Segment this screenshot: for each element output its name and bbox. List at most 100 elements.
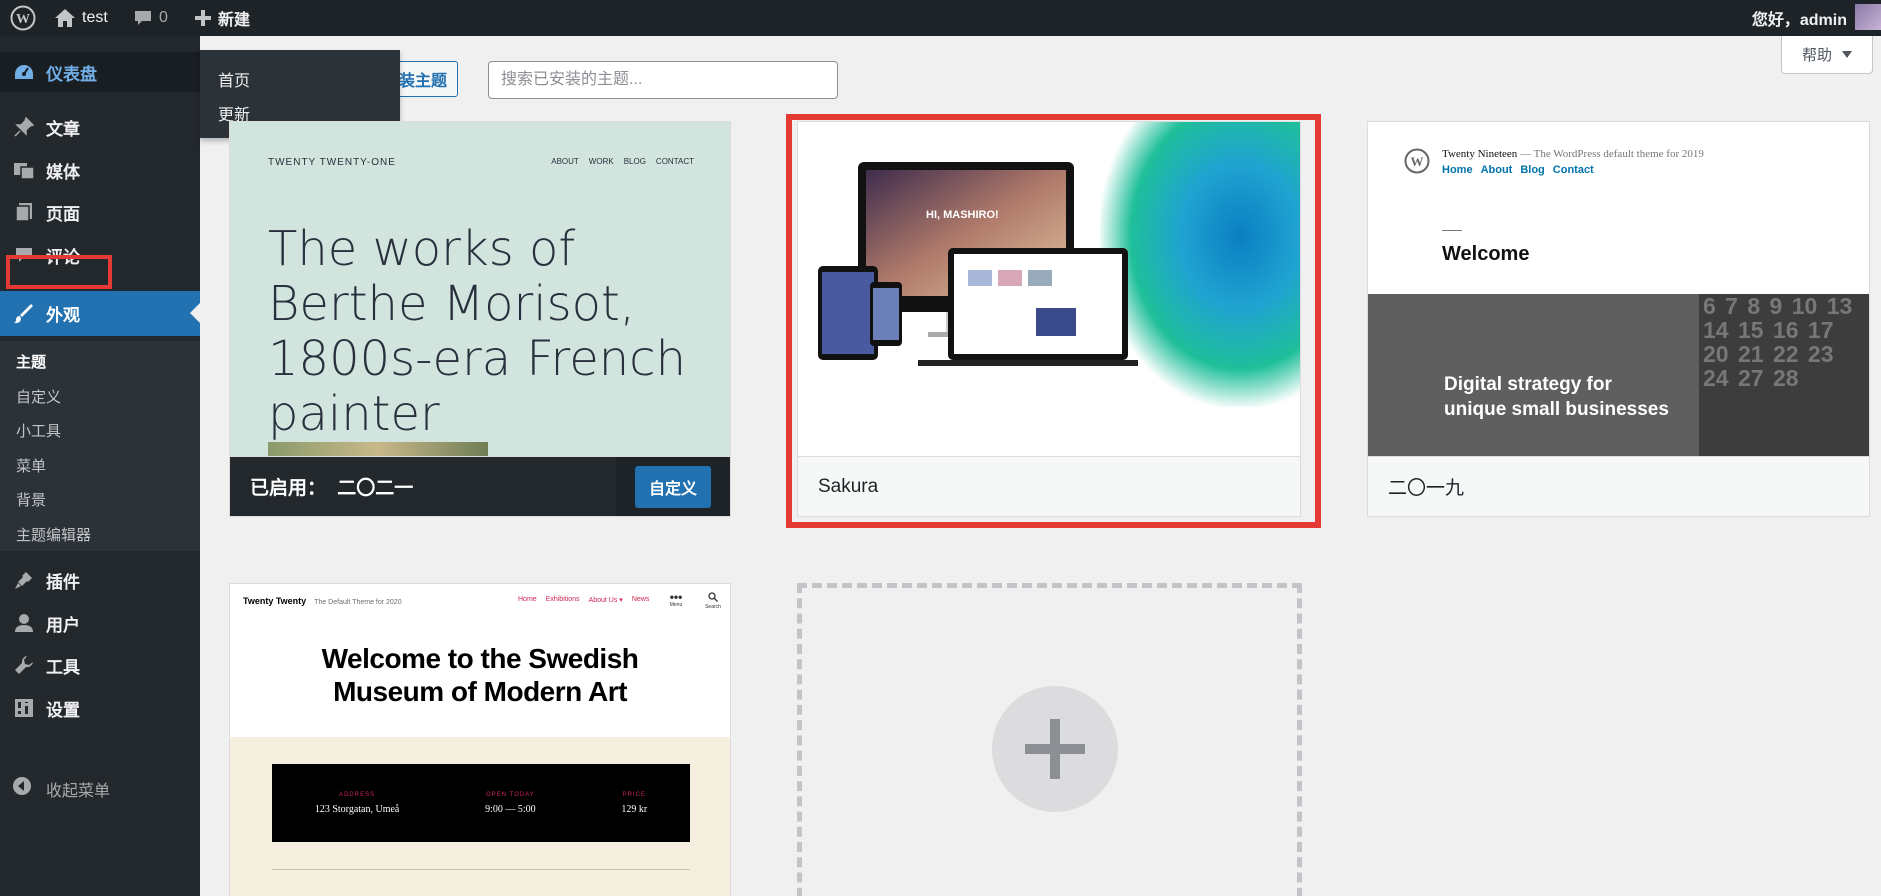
- theme-card-twentytwentyone[interactable]: TWENTY TWENTY-ONE ABOUT WORK BLOG CONTAC…: [229, 121, 731, 517]
- menu-dashboard[interactable]: 仪表盘: [0, 52, 200, 92]
- t20-info-item: OPEN TODAY 9:00 — 5:00: [485, 792, 536, 815]
- comments-count: 0: [159, 9, 168, 26]
- t20-site-title: Twenty Twenty: [243, 596, 307, 606]
- t20-search-toggle: Search: [703, 592, 723, 610]
- t19-calendar: 6 7 8 9 10 13 14 15 16 17 20 21 22 23 24…: [1699, 294, 1869, 457]
- new-label: 新建: [218, 12, 251, 29]
- t20-body: ADDRESS 123 Storgatan, Umeå OPEN TODAY 9…: [230, 737, 730, 896]
- menu-plugins-label: 插件: [46, 572, 80, 592]
- add-theme-circle: [992, 686, 1118, 812]
- menu-pages-label: 页面: [46, 204, 80, 224]
- comments-link[interactable]: 0: [133, 0, 168, 36]
- home-icon: [54, 8, 76, 28]
- t20-search-label: Search: [705, 604, 721, 610]
- dashboard-icon: [12, 63, 36, 81]
- t19-nav: Home About Blog Contact: [1442, 164, 1594, 176]
- t19-site-title: Twenty Nineteen: [1442, 148, 1518, 160]
- menu-dashboard-label: 仪表盘: [46, 64, 97, 84]
- new-content-link[interactable]: 新建: [194, 0, 250, 36]
- plus-icon: [194, 9, 212, 27]
- t20-nav-item: Exhibitions: [545, 596, 580, 603]
- t21-brand: TWENTY TWENTY-ONE: [268, 157, 396, 168]
- t19-hero-line: unique small businesses: [1444, 399, 1669, 420]
- customize-button[interactable]: 自定义: [634, 465, 711, 508]
- submenu-background[interactable]: 背景: [16, 489, 46, 510]
- submenu-customize[interactable]: 自定义: [16, 386, 61, 407]
- plugin-icon: [12, 570, 36, 590]
- menu-users-label: 用户: [46, 615, 80, 635]
- help-tab-button[interactable]: 帮助: [1781, 36, 1873, 74]
- menu-settings-label: 设置: [46, 700, 80, 720]
- submenu-menus[interactable]: 菜单: [16, 455, 46, 476]
- menu-users[interactable]: 用户: [0, 603, 200, 643]
- t21-nav-item: BLOG: [623, 157, 646, 166]
- menu-pages[interactable]: 页面: [0, 192, 200, 232]
- svg-text:W: W: [1411, 154, 1424, 169]
- t20-info-item: PRICE 129 kr: [621, 792, 647, 815]
- t20-info-value: 9:00 — 5:00: [485, 803, 536, 815]
- menu-plugins[interactable]: 插件: [0, 560, 200, 600]
- menu-media-label: 媒体: [46, 162, 80, 182]
- active-prefix: 已启用：: [250, 478, 327, 499]
- current-menu-arrow: [190, 303, 200, 323]
- help-label: 帮助: [1801, 47, 1832, 64]
- t19-nav-item: Home: [1442, 164, 1473, 176]
- active-theme-name-row: 已启用： 二〇二一: [250, 473, 413, 500]
- comment-bubble-icon: [133, 9, 153, 27]
- t20-title-row: Twenty Twenty The Default Theme for 2020: [243, 596, 402, 606]
- t20-info-label: ADDRESS: [339, 791, 376, 798]
- page-icon: [12, 202, 36, 222]
- t21-nav-item: WORK: [588, 157, 614, 166]
- menu-posts[interactable]: 文章: [0, 107, 200, 147]
- menu-settings[interactable]: 设置: [0, 688, 200, 728]
- theme-card-twentynineteen[interactable]: W Twenty Nineteen — The WordPress defaul…: [1367, 121, 1870, 517]
- collapse-menu-button[interactable]: 收起菜单: [12, 776, 110, 801]
- site-name: test: [82, 9, 108, 26]
- t19-nav-item: Blog: [1520, 164, 1545, 176]
- t20-tagline: The Default Theme for 2020: [314, 599, 402, 606]
- active-theme-footer: 已启用： 二〇二一 自定义: [230, 456, 730, 516]
- t19-tagline: — The WordPress default theme for 2019: [1520, 148, 1704, 160]
- theme-card-twentytwenty[interactable]: Twenty Twenty The Default Theme for 2020…: [229, 583, 731, 896]
- t20-info-item: ADDRESS 123 Storgatan, Umeå: [315, 792, 400, 815]
- wordpress-logo[interactable]: W: [10, 0, 36, 36]
- t19-nav-item: Contact: [1552, 164, 1594, 176]
- site-name-link[interactable]: test: [54, 0, 108, 36]
- collapse-menu-label: 收起菜单: [46, 782, 111, 800]
- t20-menu-label: Menu: [669, 602, 683, 608]
- wordpress-icon: W: [10, 5, 36, 31]
- my-account-link[interactable]: 您好，admin: [1752, 0, 1847, 36]
- submenu-theme-editor[interactable]: 主题编辑器: [16, 524, 91, 545]
- paintbrush-icon: [12, 303, 36, 324]
- flyout-home[interactable]: 首页: [218, 67, 250, 91]
- customize-button-area: 自定义: [616, 456, 730, 516]
- t21-painting-image: [268, 442, 488, 457]
- t21-nav: ABOUT WORK BLOG CONTACT: [551, 157, 694, 166]
- avatar[interactable]: [1855, 4, 1881, 30]
- t19-hero-line: Digital strategy for: [1444, 374, 1612, 395]
- add-theme-label: 装主题: [398, 73, 447, 90]
- admin-sidebar: 仪表盘 文章 媒体 页面 评论 外观 主题 自定义 小工具 菜单 背景 主题编辑…: [0, 36, 200, 896]
- t20-headline-line: Museum of Modern Art: [333, 676, 627, 707]
- t21-headline: The works of Berthe Morisot, 1800s-era F…: [268, 221, 686, 442]
- appearance-highlight-box: [6, 255, 112, 289]
- t21-nav-item: CONTACT: [655, 157, 694, 166]
- theme-screenshot: Twenty Twenty The Default Theme for 2020…: [230, 584, 730, 737]
- menu-tools[interactable]: 工具: [0, 645, 200, 685]
- menu-appearance[interactable]: 外观: [0, 291, 200, 336]
- search-icon: [708, 592, 718, 602]
- t19-welcome: Welcome: [1442, 243, 1530, 265]
- menu-media[interactable]: 媒体: [0, 150, 200, 190]
- t19-wordpress-icon: W: [1404, 148, 1430, 179]
- submenu-themes[interactable]: 主题: [16, 351, 46, 372]
- t19-divider: [1442, 230, 1462, 231]
- t20-info-label: OPEN TODAY: [486, 791, 535, 798]
- add-new-theme-card[interactable]: [797, 583, 1302, 896]
- appearance-submenu: 主题 自定义 小工具 菜单 背景 主题编辑器: [0, 341, 200, 551]
- t19-header: W Twenty Nineteen — The WordPress defaul…: [1368, 122, 1869, 294]
- submenu-widgets[interactable]: 小工具: [16, 420, 61, 441]
- t20-nav-item: About Us ▾: [588, 597, 623, 604]
- greeting: 您好，admin: [1751, 12, 1847, 29]
- media-icon: [12, 160, 36, 180]
- theme-search-input[interactable]: [488, 61, 838, 99]
